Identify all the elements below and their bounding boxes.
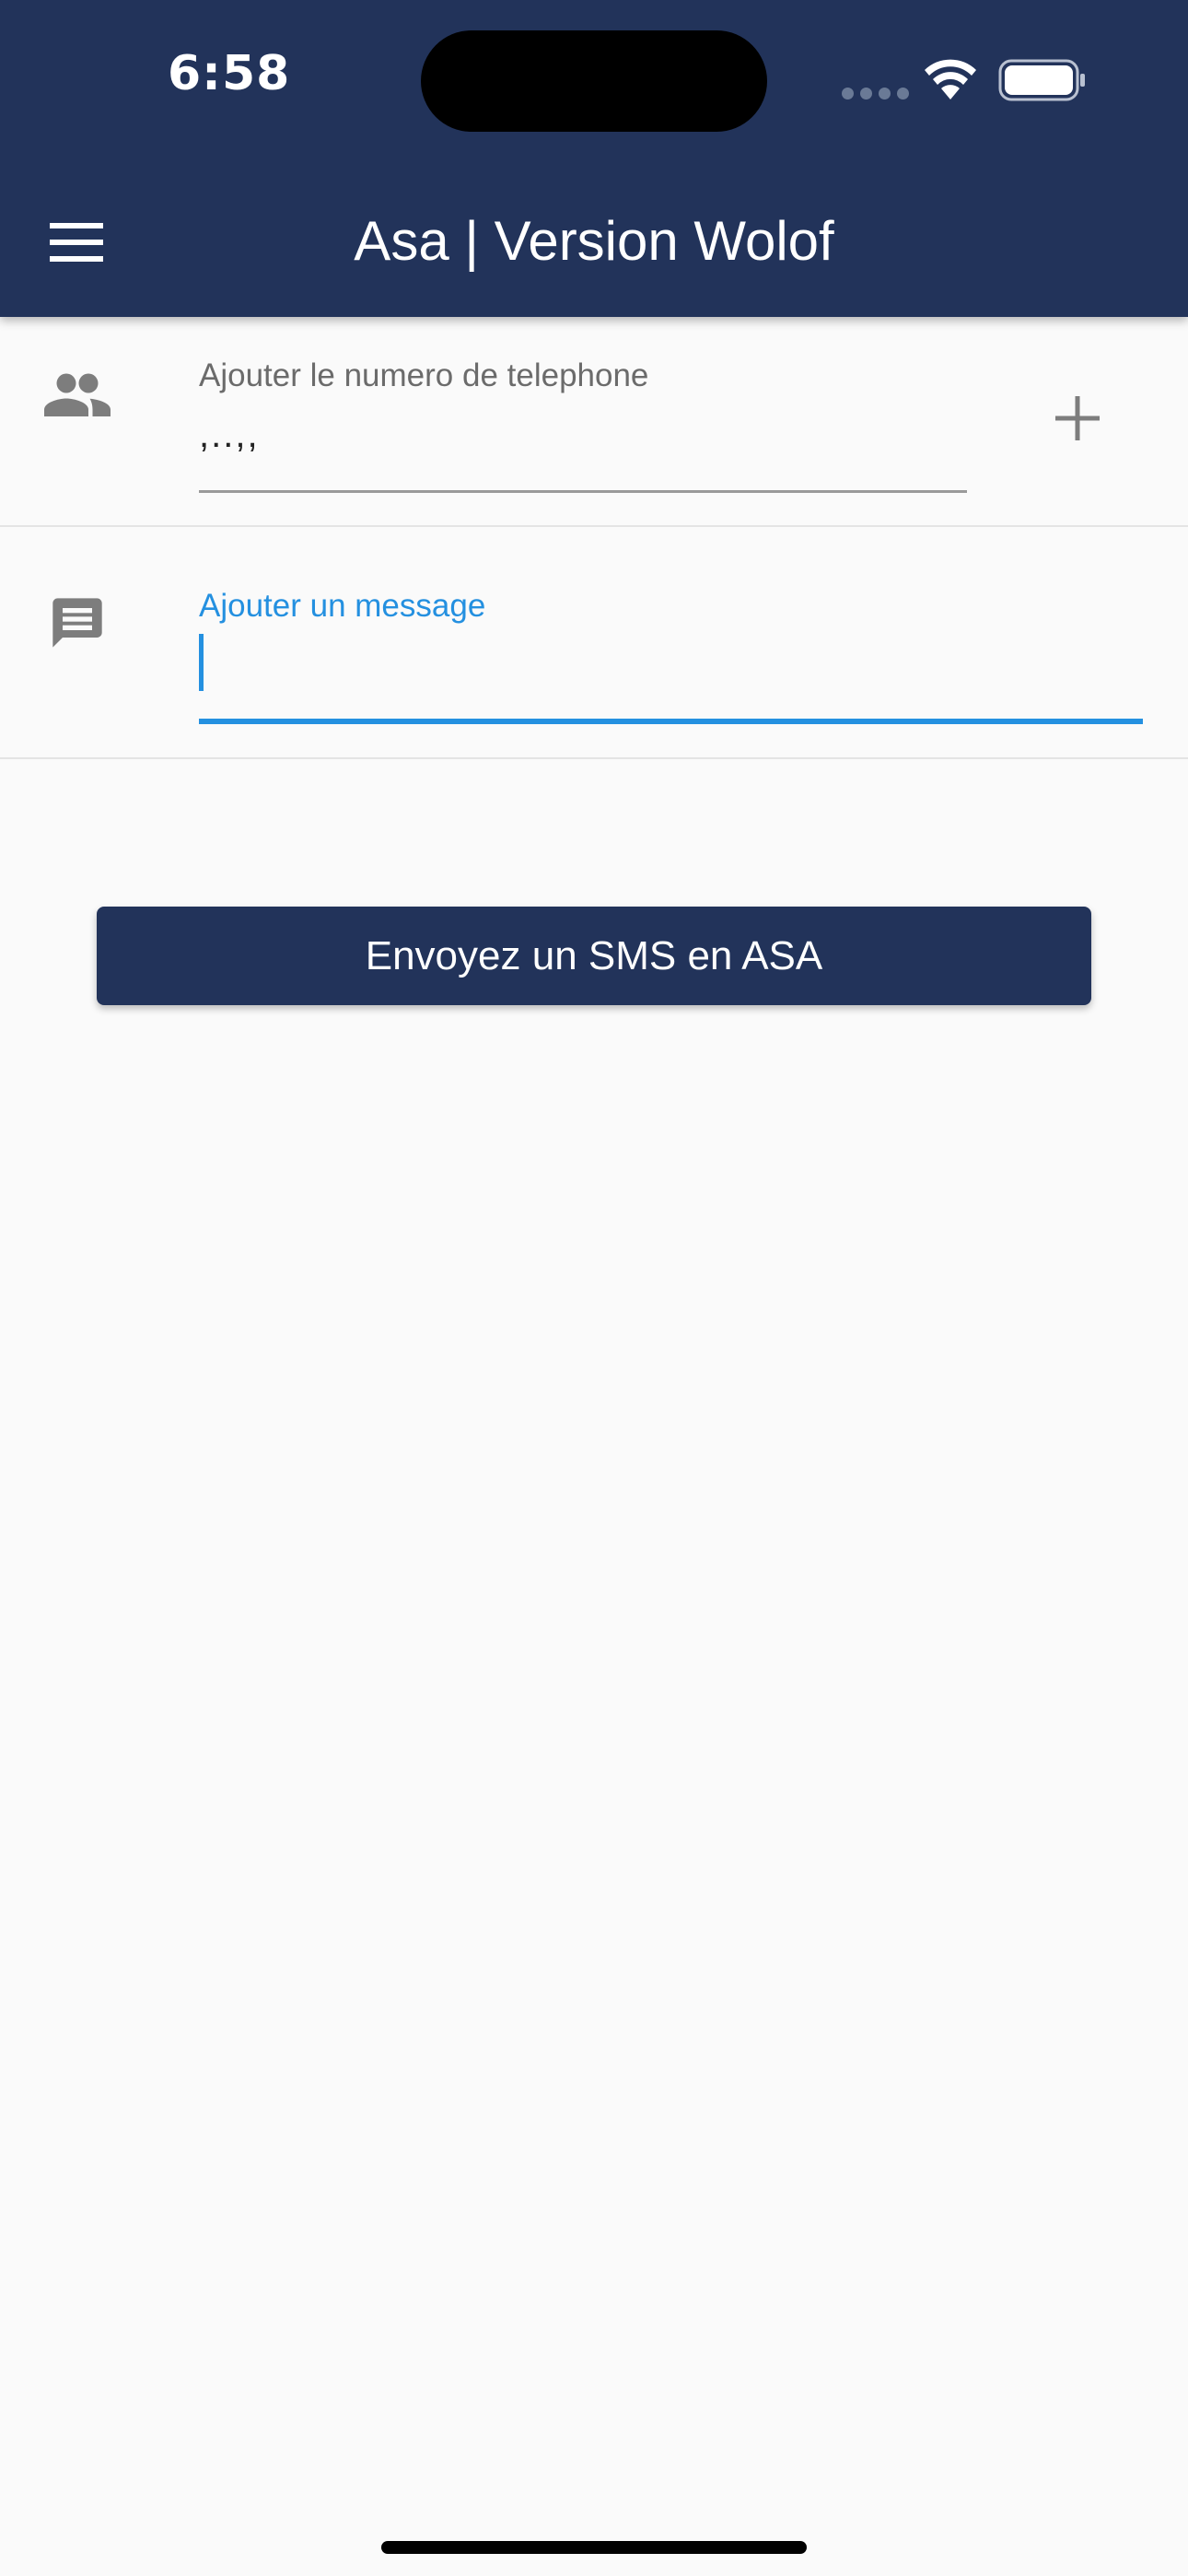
app-header: 6:58 Asa | Version Wolof [0, 0, 1188, 317]
message-input[interactable] [199, 630, 1143, 695]
cellular-signal-icon [842, 88, 909, 100]
text-cursor [199, 634, 204, 691]
home-indicator[interactable] [381, 2541, 807, 2554]
message-row: Ajouter un message [0, 527, 1188, 759]
phone-field-label: Ajouter le numero de telephone [199, 357, 649, 393]
phone-number-row: Ajouter le numero de telephone ,..,, [0, 317, 1188, 527]
message-field-underline [199, 719, 1143, 724]
people-icon [44, 373, 111, 416]
dynamic-island [421, 30, 767, 132]
phone-field-underline [199, 490, 967, 493]
battery-icon [998, 59, 1085, 101]
chat-message-icon [52, 598, 102, 648]
message-field-label: Ajouter un message [199, 588, 486, 624]
status-time: 6:58 [168, 46, 291, 101]
plus-icon[interactable] [1052, 392, 1103, 444]
send-sms-button[interactable]: Envoyez un SMS en ASA [97, 907, 1091, 1005]
phone-number-input[interactable]: ,..,, [199, 415, 260, 456]
wifi-icon [925, 59, 976, 100]
app-title: Asa | Version Wolof [354, 210, 834, 272]
